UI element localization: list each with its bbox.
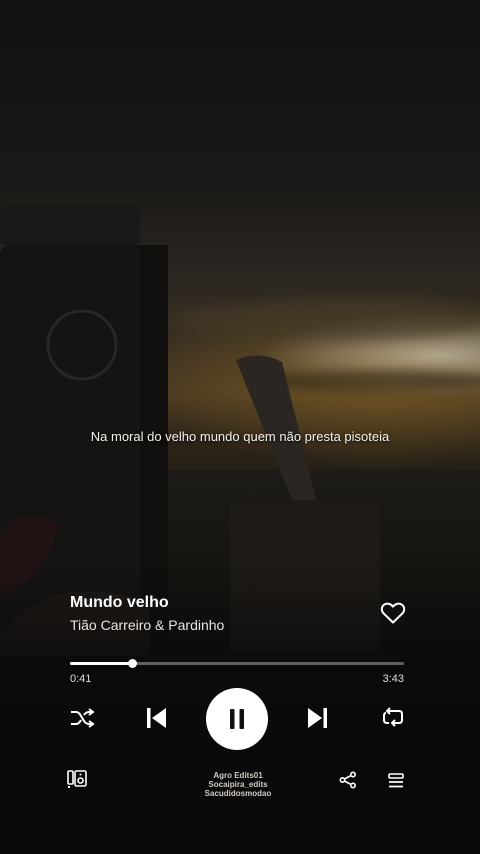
repeat-icon	[383, 707, 403, 727]
queue-icon	[388, 773, 404, 788]
progress-bar[interactable]	[70, 659, 404, 668]
track-artist[interactable]: Tião Carreiro & Pardinho	[70, 617, 224, 633]
share-button[interactable]	[338, 770, 358, 790]
watermark-line: Socaipira_edits	[208, 780, 268, 789]
pause-icon	[230, 709, 244, 729]
connect-device-button[interactable]	[66, 768, 88, 790]
watermark-credits: Agro Edits01 Socaipira_edits Sacudidosmo…	[180, 771, 296, 798]
watermark-line: Agro Edits01	[213, 771, 263, 780]
skip-previous-icon	[147, 708, 166, 728]
queue-button[interactable]	[386, 771, 406, 791]
next-button[interactable]	[304, 704, 332, 732]
progress-fill	[70, 662, 133, 665]
track-title[interactable]: Mundo velho	[70, 594, 169, 612]
repeat-button[interactable]	[379, 705, 407, 731]
total-duration: 3:43	[382, 673, 404, 685]
lyric-line: Na moral do velho mundo quem não presta …	[90, 429, 390, 444]
watermark-line: Sacudidosmodao	[204, 789, 272, 798]
play-pause-button[interactable]	[206, 688, 268, 750]
shuffle-button[interactable]	[68, 706, 96, 730]
elapsed-time: 0:41	[70, 673, 92, 685]
like-heart-icon[interactable]	[380, 601, 406, 625]
connect-device-icon	[67, 770, 87, 788]
skip-next-icon	[308, 708, 327, 728]
previous-button[interactable]	[142, 704, 170, 732]
cloud-bank	[170, 300, 480, 340]
share-icon	[339, 771, 357, 789]
shuffle-icon	[71, 708, 95, 728]
